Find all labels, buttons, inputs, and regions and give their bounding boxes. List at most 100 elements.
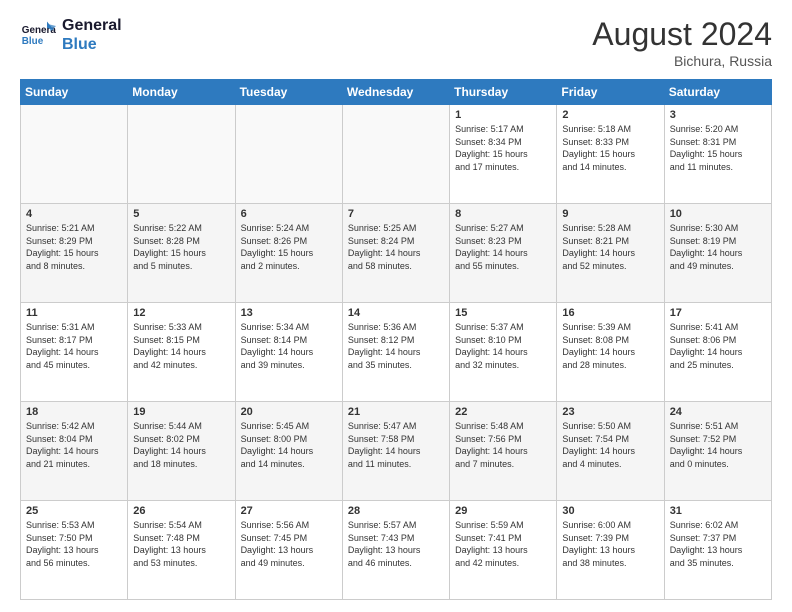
day-info: Sunrise: 5:39 AM Sunset: 8:08 PM Dayligh… (562, 321, 658, 371)
day-number: 4 (26, 208, 122, 220)
day-of-week-saturday: Saturday (664, 80, 771, 105)
day-info: Sunrise: 5:17 AM Sunset: 8:34 PM Dayligh… (455, 123, 551, 173)
calendar-cell: 1 Sunrise: 5:17 AM Sunset: 8:34 PM Daylig… (450, 105, 557, 204)
calendar-cell: 27 Sunrise: 5:56 AM Sunset: 7:45 PM Dayli… (235, 501, 342, 600)
day-number: 14 (348, 307, 444, 319)
day-info: Sunrise: 5:21 AM Sunset: 8:29 PM Dayligh… (26, 222, 122, 272)
calendar-cell: 13Sunrise: 5:34 AM Sunset: 8:14 PM Dayli… (235, 303, 342, 402)
calendar-cell (342, 105, 449, 204)
calendar-cell: 26 Sunrise: 5:54 AM Sunset: 7:48 PM Dayli… (128, 501, 235, 600)
day-number: 9 (562, 208, 658, 220)
day-number: 11 (26, 307, 122, 319)
calendar-cell: 2 Sunrise: 5:18 AM Sunset: 8:33 PM Daylig… (557, 105, 664, 204)
calendar-cell: 18 Sunrise: 5:42 AM Sunset: 8:04 PM Dayli… (21, 402, 128, 501)
logo: General Blue General Blue (20, 16, 122, 54)
calendar-cell: 12 Sunrise: 5:33 AM Sunset: 8:15 PM Dayli… (128, 303, 235, 402)
day-number: 15 (455, 307, 551, 319)
calendar-cell (235, 105, 342, 204)
calendar-cell: 31Sunrise: 6:02 AM Sunset: 7:37 PM Dayli… (664, 501, 771, 600)
week-row-5: 25Sunrise: 5:53 AM Sunset: 7:50 PM Dayli… (21, 501, 772, 600)
day-of-week-monday: Monday (128, 80, 235, 105)
day-info: Sunrise: 5:18 AM Sunset: 8:33 PM Dayligh… (562, 123, 658, 173)
day-number: 27 (241, 505, 337, 517)
day-number: 8 (455, 208, 551, 220)
day-number: 26 (133, 505, 229, 517)
calendar-cell: 23 Sunrise: 5:50 AM Sunset: 7:54 PM Dayli… (557, 402, 664, 501)
calendar-cell: 20Sunrise: 5:45 AM Sunset: 8:00 PM Dayli… (235, 402, 342, 501)
calendar-cell: 22 Sunrise: 5:48 AM Sunset: 7:56 PM Dayli… (450, 402, 557, 501)
day-of-week-friday: Friday (557, 80, 664, 105)
day-number: 13 (241, 307, 337, 319)
day-number: 22 (455, 406, 551, 418)
svg-text:Blue: Blue (22, 36, 44, 47)
logo-general: General (62, 16, 122, 35)
day-info: Sunrise: 5:31 AM Sunset: 8:17 PM Dayligh… (26, 321, 122, 371)
day-of-week-thursday: Thursday (450, 80, 557, 105)
day-number: 2 (562, 109, 658, 121)
day-info: Sunrise: 5:51 AM Sunset: 7:52 PM Dayligh… (670, 420, 766, 470)
day-number: 28 (348, 505, 444, 517)
day-number: 5 (133, 208, 229, 220)
week-row-1: 1 Sunrise: 5:17 AM Sunset: 8:34 PM Daylig… (21, 105, 772, 204)
day-info: Sunrise: 5:48 AM Sunset: 7:56 PM Dayligh… (455, 420, 551, 470)
day-info: Sunrise: 5:28 AM Sunset: 8:21 PM Dayligh… (562, 222, 658, 272)
calendar-cell (128, 105, 235, 204)
calendar-cell: 7 Sunrise: 5:25 AM Sunset: 8:24 PM Daylig… (342, 204, 449, 303)
day-of-week-tuesday: Tuesday (235, 80, 342, 105)
calendar-cell: 6Sunrise: 5:24 AM Sunset: 8:26 PM Daylig… (235, 204, 342, 303)
day-number: 18 (26, 406, 122, 418)
calendar-cell: 9 Sunrise: 5:28 AM Sunset: 8:21 PM Daylig… (557, 204, 664, 303)
header: General Blue General Blue August 2024 Bi… (20, 16, 772, 69)
day-number: 29 (455, 505, 551, 517)
title-block: August 2024 Bichura, Russia (592, 16, 772, 69)
day-number: 3 (670, 109, 766, 121)
calendar-cell: 4 Sunrise: 5:21 AM Sunset: 8:29 PM Daylig… (21, 204, 128, 303)
day-info: Sunrise: 5:59 AM Sunset: 7:41 PM Dayligh… (455, 519, 551, 569)
day-number: 30 (562, 505, 658, 517)
day-number: 12 (133, 307, 229, 319)
day-info: Sunrise: 6:00 AM Sunset: 7:39 PM Dayligh… (562, 519, 658, 569)
calendar-cell: 10Sunrise: 5:30 AM Sunset: 8:19 PM Dayli… (664, 204, 771, 303)
day-number: 24 (670, 406, 766, 418)
day-info: Sunrise: 5:24 AM Sunset: 8:26 PM Dayligh… (241, 222, 337, 272)
calendar-cell: 5 Sunrise: 5:22 AM Sunset: 8:28 PM Daylig… (128, 204, 235, 303)
page: General Blue General Blue August 2024 Bi… (0, 0, 792, 612)
calendar-cell (21, 105, 128, 204)
day-info: Sunrise: 5:56 AM Sunset: 7:45 PM Dayligh… (241, 519, 337, 569)
calendar-cell: 8 Sunrise: 5:27 AM Sunset: 8:23 PM Daylig… (450, 204, 557, 303)
day-number: 1 (455, 109, 551, 121)
calendar-cell: 11 Sunrise: 5:31 AM Sunset: 8:17 PM Dayli… (21, 303, 128, 402)
day-info: Sunrise: 5:42 AM Sunset: 8:04 PM Dayligh… (26, 420, 122, 470)
day-info: Sunrise: 5:27 AM Sunset: 8:23 PM Dayligh… (455, 222, 551, 272)
week-row-3: 11 Sunrise: 5:31 AM Sunset: 8:17 PM Dayli… (21, 303, 772, 402)
day-info: Sunrise: 5:25 AM Sunset: 8:24 PM Dayligh… (348, 222, 444, 272)
day-number: 16 (562, 307, 658, 319)
day-of-week-wednesday: Wednesday (342, 80, 449, 105)
day-info: Sunrise: 5:33 AM Sunset: 8:15 PM Dayligh… (133, 321, 229, 371)
day-of-week-sunday: Sunday (21, 80, 128, 105)
calendar-cell: 25Sunrise: 5:53 AM Sunset: 7:50 PM Dayli… (21, 501, 128, 600)
calendar-cell: 16 Sunrise: 5:39 AM Sunset: 8:08 PM Dayli… (557, 303, 664, 402)
day-info: Sunrise: 5:41 AM Sunset: 8:06 PM Dayligh… (670, 321, 766, 371)
logo-blue: Blue (62, 35, 122, 54)
day-info: Sunrise: 5:45 AM Sunset: 8:00 PM Dayligh… (241, 420, 337, 470)
calendar-cell: 21Sunrise: 5:47 AM Sunset: 7:58 PM Dayli… (342, 402, 449, 501)
week-row-4: 18 Sunrise: 5:42 AM Sunset: 8:04 PM Dayli… (21, 402, 772, 501)
calendar-cell: 17 Sunrise: 5:41 AM Sunset: 8:06 PM Dayli… (664, 303, 771, 402)
day-info: Sunrise: 5:50 AM Sunset: 7:54 PM Dayligh… (562, 420, 658, 470)
day-number: 23 (562, 406, 658, 418)
calendar-cell: 19Sunrise: 5:44 AM Sunset: 8:02 PM Dayli… (128, 402, 235, 501)
calendar: SundayMondayTuesdayWednesdayThursdayFrid… (20, 79, 772, 600)
day-info: Sunrise: 5:22 AM Sunset: 8:28 PM Dayligh… (133, 222, 229, 272)
day-number: 17 (670, 307, 766, 319)
day-info: Sunrise: 5:54 AM Sunset: 7:48 PM Dayligh… (133, 519, 229, 569)
day-number: 25 (26, 505, 122, 517)
calendar-cell: 24 Sunrise: 5:51 AM Sunset: 7:52 PM Dayli… (664, 402, 771, 501)
day-number: 7 (348, 208, 444, 220)
month-year: August 2024 (592, 16, 772, 53)
logo-icon: General Blue (20, 17, 56, 53)
day-info: Sunrise: 5:30 AM Sunset: 8:19 PM Dayligh… (670, 222, 766, 272)
location: Bichura, Russia (592, 53, 772, 69)
day-number: 19 (133, 406, 229, 418)
calendar-cell: 15Sunrise: 5:37 AM Sunset: 8:10 PM Dayli… (450, 303, 557, 402)
